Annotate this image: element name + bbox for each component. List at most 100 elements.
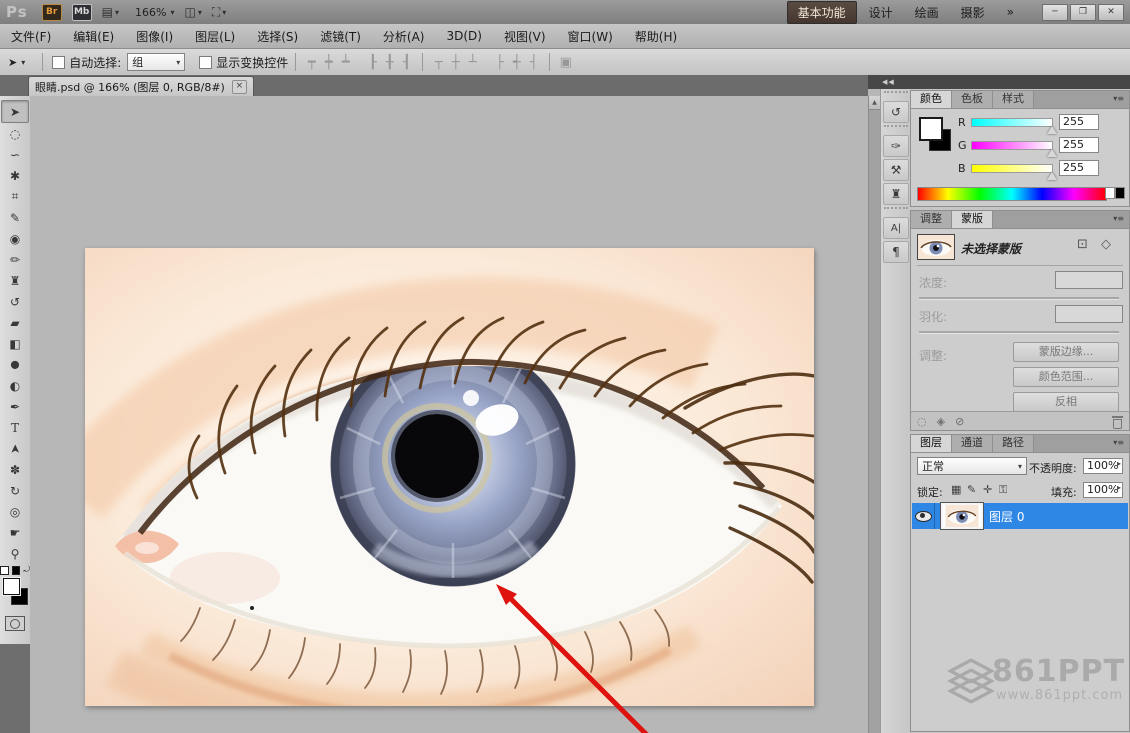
workspace-overflow-icon[interactable]: » bbox=[997, 3, 1024, 21]
menu-3d[interactable]: 3D(D) bbox=[435, 29, 492, 43]
brushes-panel-icon[interactable]: ✑ bbox=[883, 135, 909, 157]
view-extras-caret-icon[interactable]: ▾ bbox=[115, 8, 119, 17]
path-selection-tool[interactable]: ➤ bbox=[8, 443, 22, 453]
history-brush-tool[interactable]: ↺ bbox=[2, 291, 28, 312]
lasso-tool[interactable]: ∽ bbox=[2, 144, 28, 165]
tab-layers[interactable]: 图层 bbox=[911, 435, 952, 452]
red-slider-thumb[interactable] bbox=[1047, 126, 1057, 134]
tab-close-icon[interactable]: × bbox=[232, 80, 247, 94]
color-spectrum-ramp[interactable] bbox=[917, 187, 1107, 201]
screen-mode-icon[interactable]: ⛶ bbox=[212, 5, 220, 20]
align-hcenter-button[interactable]: ╂ bbox=[381, 55, 398, 70]
density-value-box[interactable] bbox=[1055, 271, 1123, 289]
collapse-dock-icon[interactable]: ◀◀ bbox=[882, 78, 895, 86]
distribute-bottom-button[interactable]: ┴ bbox=[464, 55, 481, 70]
menu-edit[interactable]: 编辑(E) bbox=[62, 28, 125, 45]
scroll-up-icon[interactable]: ▲ bbox=[869, 96, 880, 110]
disable-mask-icon[interactable]: ⊘ bbox=[955, 415, 964, 428]
load-selection-icon[interactable]: ◌ bbox=[917, 415, 927, 428]
spectrum-black-cell[interactable] bbox=[1115, 187, 1125, 199]
mask-edge-button[interactable]: 蒙版边缘... bbox=[1013, 342, 1119, 362]
canvas-vertical-scrollbar[interactable]: ▲ bbox=[868, 96, 880, 733]
close-button[interactable]: ✕ bbox=[1098, 4, 1124, 21]
panel-menu-icon[interactable]: ▾≡ bbox=[1108, 211, 1129, 228]
apply-mask-icon[interactable]: ◈ bbox=[937, 415, 945, 428]
red-value[interactable]: 255 bbox=[1059, 114, 1099, 130]
clone-source-panel-icon[interactable]: ♜ bbox=[883, 183, 909, 205]
dock-grip[interactable] bbox=[884, 91, 908, 99]
lock-paint-icon[interactable]: ✎ bbox=[967, 483, 976, 496]
distribute-left-button[interactable]: ├ bbox=[491, 55, 508, 70]
restore-button[interactable]: ❐ bbox=[1070, 4, 1096, 21]
blur-tool[interactable]: ⬤ bbox=[2, 354, 28, 375]
distribute-hcenter-button[interactable]: ┽ bbox=[508, 55, 525, 70]
fill-caret-icon[interactable]: ▸ bbox=[1117, 483, 1121, 492]
eyedropper-tool[interactable]: ✎ bbox=[2, 207, 28, 228]
clone-stamp-tool[interactable]: ♜ bbox=[2, 270, 28, 291]
tab-masks[interactable]: 蒙版 bbox=[952, 211, 993, 228]
align-bottom-button[interactable]: ┷ bbox=[337, 55, 354, 70]
move-tool[interactable]: ➤ bbox=[1, 100, 29, 123]
lock-position-icon[interactable]: ✛ bbox=[983, 483, 992, 496]
document-window[interactable] bbox=[85, 248, 814, 706]
bridge-button[interactable]: Br bbox=[42, 4, 62, 21]
pixel-mask-icon[interactable]: ⊡ bbox=[1077, 237, 1088, 252]
distribute-vcenter-button[interactable]: ┼ bbox=[447, 55, 464, 70]
arrange-caret-icon[interactable]: ▾ bbox=[198, 8, 202, 17]
healing-brush-tool[interactable]: ◉ bbox=[2, 228, 28, 249]
distribute-right-button[interactable]: ┤ bbox=[525, 55, 542, 70]
feather-slider[interactable] bbox=[919, 331, 1119, 334]
lock-all-icon[interactable]: ⚿ bbox=[999, 483, 1007, 497]
elliptical-marquee-tool[interactable]: ◌ bbox=[2, 123, 28, 144]
vector-mask-icon[interactable]: ◇ bbox=[1101, 237, 1111, 252]
invert-button[interactable]: 反相 bbox=[1013, 392, 1119, 412]
dock-grip[interactable] bbox=[884, 207, 908, 215]
distribute-top-button[interactable]: ┬ bbox=[430, 55, 447, 70]
mini-bridge-button[interactable]: Mb bbox=[72, 4, 92, 21]
tab-color[interactable]: 颜色 bbox=[911, 91, 952, 108]
menu-help[interactable]: 帮助(H) bbox=[624, 28, 688, 45]
character-panel-icon[interactable]: A| bbox=[883, 217, 909, 239]
zoom-tool[interactable]: ⚲ bbox=[2, 543, 28, 564]
opacity-caret-icon[interactable]: ▸ bbox=[1117, 459, 1121, 468]
blue-value[interactable]: 255 bbox=[1059, 160, 1099, 176]
spectrum-white-cell[interactable] bbox=[1105, 187, 1115, 199]
brush-tool[interactable]: ✏ bbox=[2, 249, 28, 270]
green-slider[interactable] bbox=[971, 141, 1053, 150]
paint-bucket-tool[interactable]: ◧ bbox=[2, 333, 28, 354]
align-left-button[interactable]: ┠ bbox=[364, 55, 381, 70]
menu-view[interactable]: 视图(V) bbox=[493, 28, 557, 45]
hand-tool[interactable]: ☛ bbox=[2, 522, 28, 543]
3d-orbit-tool[interactable]: ◎ bbox=[2, 501, 28, 522]
foreground-color-swatch[interactable] bbox=[919, 117, 943, 141]
zoom-caret-icon[interactable]: ▾ bbox=[170, 8, 174, 17]
menu-select[interactable]: 选择(S) bbox=[246, 28, 309, 45]
zoom-level-value[interactable]: 166% bbox=[135, 6, 166, 19]
auto-align-layers-button[interactable]: ▣ bbox=[557, 55, 574, 70]
color-range-button[interactable]: 颜色范围... bbox=[1013, 367, 1119, 387]
tab-paths[interactable]: 路径 bbox=[993, 435, 1034, 452]
screen-mode-caret-icon[interactable]: ▾ bbox=[222, 8, 226, 17]
menu-filter[interactable]: 滤镜(T) bbox=[309, 28, 372, 45]
tool-preset-caret-icon[interactable]: ▾ bbox=[21, 58, 25, 67]
tool-presets-panel-icon[interactable]: ⚒ bbox=[883, 159, 909, 181]
pen-tool[interactable]: ✒ bbox=[2, 396, 28, 417]
magic-wand-tool[interactable]: ✱ bbox=[2, 165, 28, 186]
tab-styles[interactable]: 样式 bbox=[993, 91, 1034, 108]
green-value[interactable]: 255 bbox=[1059, 137, 1099, 153]
panel-menu-icon[interactable]: ▾≡ bbox=[1108, 91, 1129, 108]
workspace-design[interactable]: 设计 bbox=[859, 2, 903, 23]
red-slider[interactable] bbox=[971, 118, 1053, 127]
eraser-tool[interactable]: ▰ bbox=[2, 312, 28, 333]
workspace-painting[interactable]: 绘画 bbox=[905, 2, 949, 23]
workspace-essentials[interactable]: 基本功能 bbox=[787, 1, 857, 24]
foreground-color-swatch[interactable] bbox=[3, 578, 20, 595]
view-extras-icon[interactable]: ▤ bbox=[102, 5, 113, 19]
show-transform-checkbox[interactable] bbox=[199, 56, 212, 69]
align-right-button[interactable]: ┨ bbox=[398, 55, 415, 70]
minimize-button[interactable]: ─ bbox=[1042, 4, 1068, 21]
type-tool[interactable]: T bbox=[2, 417, 28, 438]
dock-grip[interactable] bbox=[884, 125, 908, 133]
menu-analysis[interactable]: 分析(A) bbox=[372, 28, 436, 45]
feather-value-box[interactable] bbox=[1055, 305, 1123, 323]
